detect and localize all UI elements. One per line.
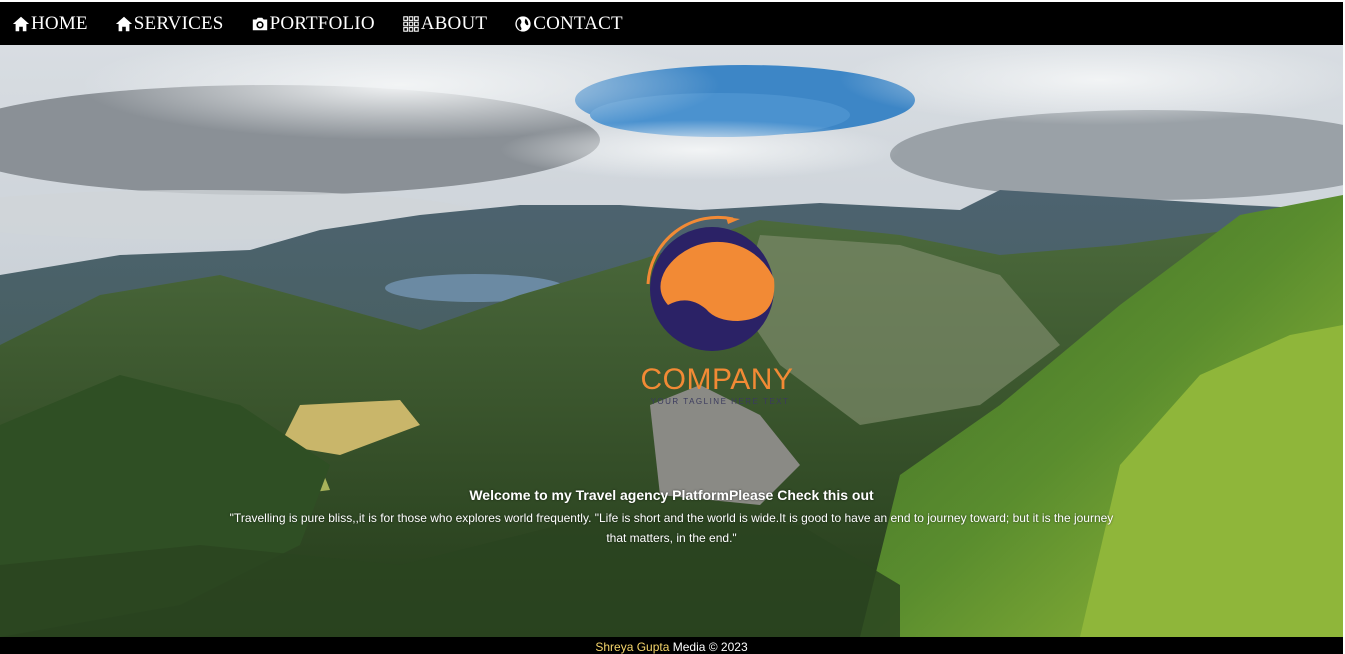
footer-copyright: Media © 2023 — [669, 640, 748, 654]
camera-icon — [252, 17, 267, 30]
nav-home-label: HOME — [31, 12, 88, 34]
nav-home-link[interactable]: HOME — [12, 13, 88, 35]
nav-about-label: ABOUT — [420, 12, 488, 34]
nav-portfolio-label: PORTFOLIO — [269, 12, 375, 34]
home-icon — [12, 16, 30, 31]
home-icon — [115, 16, 132, 31]
nav-contact-label: CONTACT — [533, 12, 623, 34]
grid-icon — [403, 15, 419, 32]
nav-portfolio-link[interactable]: PORTFOLIO — [251, 13, 375, 35]
hero-banner: COMPANY YOUR TAGLINE HERE TEXT Welcome t… — [0, 45, 1343, 637]
globe-icon — [515, 15, 531, 32]
welcome-heading: Welcome to my Travel agency PlatformPlea… — [469, 487, 874, 503]
company-logo-name: COMPANY — [640, 363, 794, 396]
nav-services-label: SERVICES — [133, 12, 224, 34]
top-navbar: HOME SERVICES PORTFOLIO ABOUT CONTACT — [0, 2, 1343, 45]
company-logo-tagline: YOUR TAGLINE HERE TEXT — [650, 397, 790, 406]
travel-quote: "Travelling is pure bliss,,it is for tho… — [229, 511, 1114, 545]
nav-contact-link[interactable]: CONTACT — [514, 13, 623, 35]
nav-about-link[interactable]: ABOUT — [402, 13, 487, 35]
nav-services-link[interactable]: SERVICES — [115, 13, 224, 35]
footer: Shreya Gupta Media © 2023 — [0, 637, 1343, 654]
footer-author-name: Shreya Gupta — [595, 640, 670, 654]
